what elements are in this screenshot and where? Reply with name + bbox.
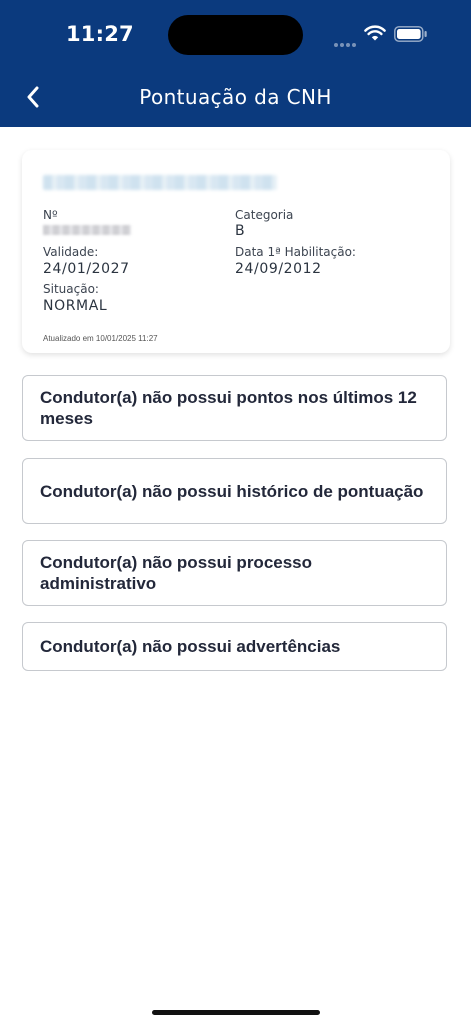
first-license-value: 24/09/2012 [235,261,322,277]
info-item-points[interactable]: Condutor(a) não possui pontos nos último… [22,375,447,441]
page-title: Pontuação da CNH [139,85,332,109]
app-header: 11:27 Pontuação da CNH [0,0,471,127]
info-item-text: Condutor(a) não possui processo administ… [40,553,313,593]
updated-timestamp: Atualizado em 10/01/2025 11:27 [43,334,158,343]
validity-label: Validade: [43,245,99,259]
battery-icon [394,26,427,42]
category-label: Categoria [235,208,294,222]
info-item-text: Condutor(a) não possui histórico de pont… [40,481,424,501]
number-label: Nº [43,208,58,222]
category-value: B [235,223,246,239]
cnh-info-card: Nº Categoria B Validade: 24/01/2027 Data… [22,150,450,353]
first-license-label: Data 1ª Habilitação: [235,245,356,259]
dynamic-island [168,15,303,55]
info-item-history[interactable]: Condutor(a) não possui histórico de pont… [22,458,447,524]
info-item-warnings[interactable]: Condutor(a) não possui advertências [22,622,447,671]
license-number-redacted [43,225,131,235]
status-time: 11:27 [66,22,134,46]
status-label: Situação: [43,282,99,296]
wifi-icon [364,25,386,41]
validity-value: 24/01/2027 [43,261,130,277]
driver-name-redacted [43,175,277,190]
info-item-process[interactable]: Condutor(a) não possui processo administ… [22,540,447,606]
home-indicator[interactable] [152,1010,320,1015]
info-item-text: Condutor(a) não possui pontos nos último… [40,388,417,428]
cellular-signal-icon [334,34,358,52]
info-item-text: Condutor(a) não possui advertências [40,637,341,656]
status-value: NORMAL [43,298,108,314]
